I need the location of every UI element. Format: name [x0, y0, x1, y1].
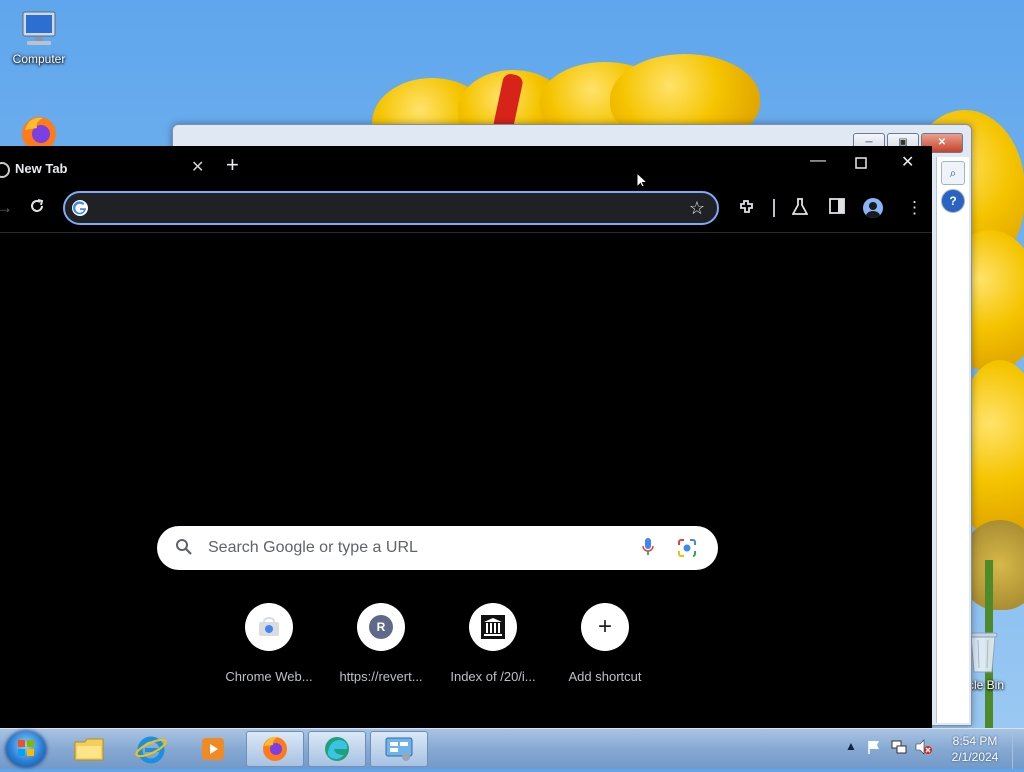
computer-icon	[17, 10, 61, 50]
close-window-icon[interactable]: ✕	[901, 152, 914, 172]
show-desktop-button[interactable]	[1012, 729, 1024, 769]
show-hidden-icons-icon[interactable]: ▲	[845, 739, 857, 753]
shortcut-chrome-web-store[interactable]: Chrome Web...	[213, 603, 325, 684]
toolbar: → ☆ ⋮	[0, 186, 932, 233]
action-center-flag-icon[interactable]	[866, 739, 882, 758]
firefox-icon[interactable]	[246, 731, 304, 767]
toolbar-divider	[773, 199, 775, 217]
search-placeholder: Search Google or type a URL	[208, 539, 418, 556]
google-icon	[72, 200, 88, 216]
bookmark-star-icon[interactable]: ☆	[689, 198, 705, 219]
voice-search-icon[interactable]	[641, 537, 655, 562]
shortcut-revert[interactable]: R https://revert...	[325, 603, 437, 684]
forward-icon[interactable]: →	[0, 198, 13, 218]
media-player-icon[interactable]	[184, 731, 242, 767]
desktop-icon-computer[interactable]: Computer	[4, 10, 74, 66]
shortcut-label: Chrome Web...	[225, 669, 313, 684]
shortcut-label: https://revert...	[339, 669, 423, 684]
background-window-sidebar: ⌕ ?	[936, 157, 969, 723]
google-search-box[interactable]: Search Google or type a URL	[157, 526, 718, 570]
search-icon[interactable]: ⌕	[941, 161, 965, 185]
side-panel-icon[interactable]	[829, 198, 845, 219]
shortcut-glyph: R	[369, 615, 393, 639]
reload-icon[interactable]	[29, 198, 45, 219]
tab-strip: New Tab ✕ + — ✕	[0, 146, 932, 190]
internet-explorer-icon[interactable]	[122, 731, 180, 767]
shortcut-glyph: +	[597, 613, 612, 640]
shortcut-add[interactable]: + Add shortcut	[549, 603, 661, 684]
search-icon	[175, 538, 193, 561]
tab-new-tab[interactable]: New Tab ✕	[0, 152, 214, 186]
desktop-icon-firefox[interactable]	[4, 112, 74, 151]
address-input[interactable]	[99, 197, 663, 221]
google-lens-icon[interactable]	[677, 538, 697, 563]
control-panel-icon[interactable]	[370, 731, 428, 767]
desktop-icon-label: Computer	[12, 52, 66, 66]
labs-icon[interactable]	[791, 198, 809, 221]
clock-time: 8:54 PM	[952, 734, 998, 748]
chrome-window[interactable]: New Tab ✕ + — ✕ → ☆ ⋮ Search Google or t…	[0, 146, 932, 728]
volume-muted-icon[interactable]	[915, 739, 933, 758]
edge-icon[interactable]	[308, 731, 366, 767]
address-bar[interactable]: ☆	[63, 191, 719, 225]
network-icon[interactable]	[891, 739, 907, 758]
new-tab-page: Search Google or type a URL Chrome Web..…	[0, 233, 932, 728]
tab-close-icon[interactable]: ✕	[191, 157, 204, 177]
taskbar: ▲ 8:54 PM 2/1/2024	[0, 728, 1024, 769]
maximize-icon[interactable]	[855, 156, 867, 174]
letter-r-icon: R	[357, 603, 405, 651]
clock-date: 2/1/2024	[951, 750, 999, 764]
minimize-icon[interactable]: —	[810, 152, 826, 170]
menu-icon[interactable]: ⋮	[906, 198, 923, 218]
shortcut-label: Index of /20/i...	[450, 669, 536, 684]
chrome-web-store-icon	[245, 603, 293, 651]
firefox-icon	[17, 112, 61, 151]
extensions-icon[interactable]	[738, 198, 756, 221]
profile-avatar-icon[interactable]	[863, 198, 883, 218]
plus-icon: +	[581, 603, 629, 651]
new-tab-button[interactable]: +	[226, 154, 239, 176]
tab-favicon-icon	[0, 162, 10, 178]
shortcut-label: Add shortcut	[568, 669, 642, 684]
file-explorer-icon[interactable]	[60, 731, 118, 767]
tab-title: New Tab	[15, 161, 68, 176]
taskbar-clock[interactable]: 8:54 PM 2/1/2024	[940, 733, 1010, 765]
museum-icon	[469, 603, 517, 651]
help-icon[interactable]: ?	[941, 189, 965, 213]
shortcut-index[interactable]: Index of /20/i...	[437, 603, 549, 684]
start-icon[interactable]	[6, 731, 46, 767]
